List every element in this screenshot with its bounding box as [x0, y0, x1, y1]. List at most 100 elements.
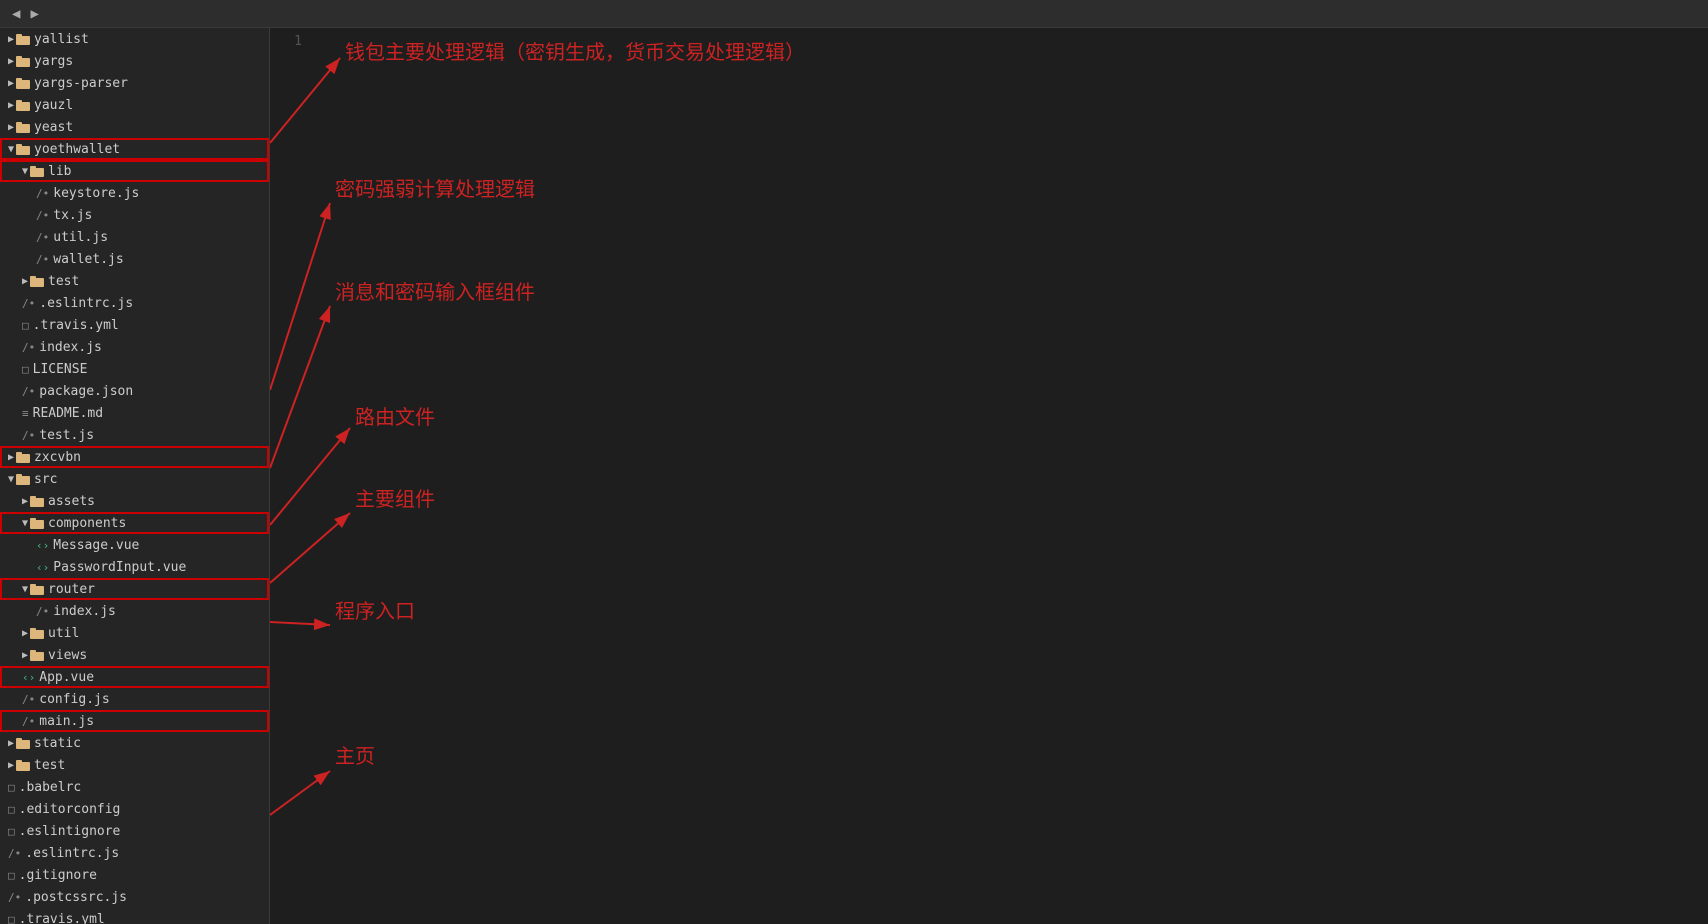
- tree-item-test[interactable]: ▶test: [0, 270, 269, 292]
- tree-item-router[interactable]: ▼ router: [0, 578, 269, 600]
- chevron-icon: ▶: [22, 276, 28, 287]
- tree-item-PasswordInput.vue[interactable]: ‹›PasswordInput.vue: [0, 556, 269, 578]
- tree-item-package.json[interactable]: ∕• package.json: [0, 380, 269, 402]
- file-prefix-icon: ∕•: [8, 891, 21, 904]
- tree-item-.eslintrc.js-root[interactable]: ∕•.eslintrc.js: [0, 842, 269, 864]
- tree-item-label: yallist: [34, 32, 89, 47]
- tree-item-label: yargs-parser: [34, 76, 128, 91]
- tree-item-Message.vue[interactable]: ‹› Message.vue: [0, 534, 269, 556]
- tree-item-util[interactable]: ▶util: [0, 622, 269, 644]
- tree-item-yargs[interactable]: ▶yargs: [0, 50, 269, 72]
- annotation-3: 消息和密码输入框组件: [335, 276, 535, 305]
- tree-item-label: tx.js: [53, 208, 92, 223]
- tree-item-util.js[interactable]: ∕• util.js: [0, 226, 269, 248]
- chevron-icon: ▼: [8, 474, 14, 485]
- tree-item-router-index.js[interactable]: ∕•index.js: [0, 600, 269, 622]
- tree-item-yallist[interactable]: ▶ yallist: [0, 28, 269, 50]
- line-numbers: 1: [270, 28, 310, 51]
- tree-item-.babelrc[interactable]: □.babelrc: [0, 776, 269, 798]
- tree-item-README.md[interactable]: ≡README.md: [0, 402, 269, 424]
- tree-item-.travis.yml-root[interactable]: □.travis.yml: [0, 908, 269, 924]
- chevron-icon: ▼: [22, 584, 28, 595]
- tree-item-.postcssrc.js[interactable]: ∕•.postcssrc.js: [0, 886, 269, 908]
- tree-item-.gitignore[interactable]: □.gitignore: [0, 864, 269, 886]
- tree-item-main.js[interactable]: ∕•main.js: [0, 710, 269, 732]
- tree-item-yeast[interactable]: ▶yeast: [0, 116, 269, 138]
- tree-item-tx.js[interactable]: ∕•tx.js: [0, 204, 269, 226]
- tree-item-yauzl[interactable]: ▶yauzl: [0, 94, 269, 116]
- annotation-2: 密码强弱计算处理逻辑: [335, 173, 535, 202]
- annotation-6: 程序入口: [335, 595, 415, 624]
- tree-item-static[interactable]: ▶ static: [0, 732, 269, 754]
- chevron-icon: ▶: [8, 34, 14, 45]
- nav-arrows[interactable]: ◀ ▶: [8, 4, 43, 24]
- tree-item-label: test: [34, 758, 65, 773]
- tree-item-test-root[interactable]: ▶test: [0, 754, 269, 776]
- toolbar: ◀ ▶: [0, 0, 1708, 28]
- tree-item-.eslintrc.js[interactable]: ∕• .eslintrc.js: [0, 292, 269, 314]
- tree-item-label: .eslintrc.js: [25, 846, 119, 861]
- annotation-4: 路由文件: [355, 401, 435, 430]
- tree-item-App.vue[interactable]: ‹›App.vue: [0, 666, 269, 688]
- tree-item-label: package.json: [39, 384, 133, 399]
- tree-item-src[interactable]: ▼src: [0, 468, 269, 490]
- sidebar[interactable]: ▶yallist▶yargs▶yargs-parser▶yauzl▶yeast▼…: [0, 28, 270, 924]
- tree-item-components[interactable]: ▼components: [0, 512, 269, 534]
- annotation-1: 钱包主要处理逻辑（密钥生成，货币交易处理逻辑）: [345, 36, 805, 65]
- editor-area: 1: [270, 28, 1708, 924]
- tree-item-index.js[interactable]: ∕•index.js: [0, 336, 269, 358]
- file-prefix-icon: ∕•: [36, 187, 49, 200]
- chevron-icon: ▶: [22, 496, 28, 507]
- nav-forward[interactable]: ▶: [26, 4, 42, 24]
- chevron-icon: ▶: [22, 650, 28, 661]
- chevron-icon: ▼: [22, 166, 28, 177]
- tree-item-label: assets: [48, 494, 95, 509]
- tree-item-views[interactable]: ▶views: [0, 644, 269, 666]
- tree-item-label: yargs: [34, 54, 73, 69]
- tree-item-.eslintignore[interactable]: □.eslintignore: [0, 820, 269, 842]
- tree-item-lib[interactable]: ▼lib: [0, 160, 269, 182]
- tree-item-label: .editorconfig: [19, 802, 121, 817]
- tree-item-wallet.js[interactable]: ∕•wallet.js: [0, 248, 269, 270]
- tree-item-LICENSE[interactable]: □ LICENSE: [0, 358, 269, 380]
- chevron-icon: ▼: [22, 518, 28, 529]
- tree-item-.editorconfig[interactable]: □.editorconfig: [0, 798, 269, 820]
- tree-item-yargs-parser[interactable]: ▶yargs-parser: [0, 72, 269, 94]
- generic-file-icon: □: [8, 869, 15, 882]
- tree-item-label: static: [34, 736, 81, 751]
- tree-item-label: config.js: [39, 692, 109, 707]
- json-icon: ∕•: [22, 385, 35, 398]
- annotation-arrows: [270, 28, 1708, 924]
- nav-back[interactable]: ◀: [8, 4, 24, 24]
- chevron-icon: ▶: [8, 452, 14, 463]
- tree-item-label: .eslintrc.js: [39, 296, 133, 311]
- file-prefix-icon: ∕•: [22, 297, 35, 310]
- chevron-icon: ▶: [8, 738, 14, 749]
- generic-file-icon: □: [8, 825, 15, 838]
- tree-item-label: LICENSE: [33, 362, 88, 377]
- tree-item-test.js[interactable]: ∕•test.js: [0, 424, 269, 446]
- tree-item-label: .travis.yml: [19, 912, 105, 924]
- vue-icon: ‹›: [36, 539, 49, 552]
- tree-item-label: index.js: [53, 604, 116, 619]
- file-prefix-icon: ∕•: [22, 715, 35, 728]
- tree-item-label: keystore.js: [53, 186, 139, 201]
- generic-file-icon: □: [22, 363, 29, 376]
- file-prefix-icon: ∕•: [22, 429, 35, 442]
- tree-item-assets[interactable]: ▶ assets: [0, 490, 269, 512]
- tree-item-yoethwallet[interactable]: ▼yoethwallet: [0, 138, 269, 160]
- md-icon: ≡: [22, 407, 29, 420]
- tree-item-label: App.vue: [39, 670, 94, 685]
- vue-icon: ‹›: [36, 561, 49, 574]
- file-prefix-icon: ∕•: [36, 253, 49, 266]
- file-prefix-icon: ∕•: [36, 231, 49, 244]
- tree-item-label: zxcvbn: [34, 450, 81, 465]
- tree-item-label: Message.vue: [53, 538, 139, 553]
- tree-item-keystore.js[interactable]: ∕• keystore.js: [0, 182, 269, 204]
- tree-item-label: router: [48, 582, 95, 597]
- tree-item-label: util: [48, 626, 79, 641]
- tree-item-label: util.js: [53, 230, 108, 245]
- tree-item-config.js[interactable]: ∕•config.js: [0, 688, 269, 710]
- tree-item-.travis.yml[interactable]: □.travis.yml: [0, 314, 269, 336]
- tree-item-zxcvbn[interactable]: ▶ zxcvbn: [0, 446, 269, 468]
